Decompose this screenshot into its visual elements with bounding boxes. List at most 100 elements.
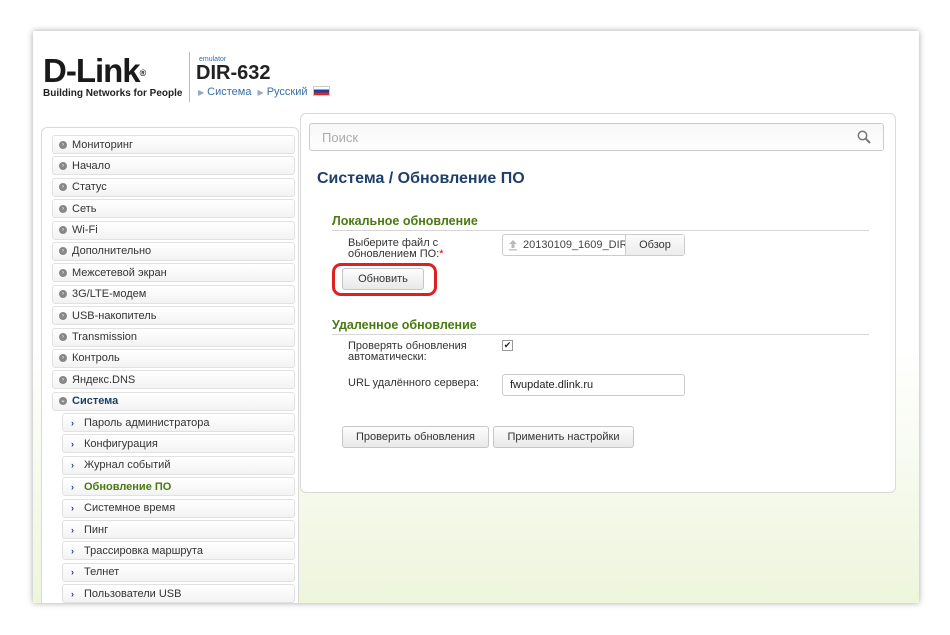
chevron-right-icon: › [71,417,74,428]
expand-icon: › [59,290,67,299]
sidebar-item-system[interactable]: ⌄ Система [52,391,295,411]
dlink-logo[interactable]: D-Link® Building Networks for People [43,54,183,99]
chevron-right-icon: › [71,503,74,514]
browse-button[interactable]: Обзор [625,235,684,255]
sidebar-subitem-usb-users[interactable]: › Пользователи USB [62,584,295,603]
sidebar-item-label: Контроль [72,352,120,365]
sidebar-item-start[interactable]: › Начало [52,156,295,176]
section-divider [332,230,869,231]
sidebar-item-label: Статус [72,181,107,194]
sidebar-item-label: Мониторинг [72,138,134,151]
expand-icon: › [59,268,67,277]
search-input[interactable] [310,124,842,150]
page-title: Система / Обновление ПО [317,170,525,187]
auto-check-label-line2: автоматически: [348,351,427,363]
sidebar-subitem-telnet[interactable]: › Телнет [62,562,295,582]
firmware-file-input[interactable]: 20130109_1609_DIR Обзор [502,234,685,256]
chevron-right-icon: › [71,438,74,449]
expand-icon: › [59,333,67,342]
sidebar-item-status[interactable]: › Статус [52,177,295,197]
file-label-line2: обновлением ПО: [348,248,440,260]
collapse-icon: ⌄ [59,397,67,406]
upload-icon [509,240,517,251]
sidebar-item-label: Конфигурация [84,437,158,450]
header-divider [189,52,190,102]
app-window: D-Link® Building Networks for People emu… [33,31,919,603]
expand-icon: › [59,140,67,149]
sidebar-item-label: Межсетевой экран [72,266,167,279]
sidebar-item-label: Пароль администратора [84,416,210,429]
russia-flag-icon[interactable] [312,86,330,96]
sidebar-item-advanced[interactable]: › Дополнительно [52,241,295,261]
expand-icon: › [59,354,67,363]
chevron-right-icon: › [71,567,74,578]
breadcrumb: ▶ Система ▶ Русский [198,86,330,98]
sidebar-subitem-traceroute[interactable]: › Трассировка маршрута [62,541,295,561]
search-box [309,123,884,151]
expand-icon: › [59,226,67,235]
url-label: URL удалённого сервера: [348,377,479,389]
auto-check-checkbox[interactable]: ✔ [502,340,513,351]
sidebar-item-label: Обновление ПО [84,480,172,493]
language-selector[interactable]: Русский [267,86,308,98]
sidebar-item-label: Системное время [84,502,176,515]
logo-tagline: Building Networks for People [43,88,183,99]
section-divider [332,334,869,335]
sidebar-item-usb-storage[interactable]: › USB-накопитель [52,306,295,326]
chevron-right-icon: › [71,460,74,471]
sidebar-menu: › Мониторинг › Начало › Статус › Сеть › Wi-Fi… [52,135,295,603]
sidebar-item-label: Сеть [72,202,97,215]
sidebar-item-wifi[interactable]: › Wi-Fi [52,220,295,240]
chevron-right-icon: › [71,545,74,556]
sidebar-item-firewall[interactable]: › Межсетевой экран [52,263,295,283]
sidebar-item-label: Телнет [84,566,120,579]
search-icon[interactable] [857,130,871,144]
sidebar-item-label: 3G/LTE-модем [72,288,147,301]
local-update-heading: Локальное обновление [332,214,478,228]
sidebar-item-label: Wi-Fi [72,224,98,237]
sidebar-item-transmission[interactable]: › Transmission [52,327,295,347]
file-name: 20130109_1609_DIR [523,239,628,251]
remote-server-url-field[interactable] [502,374,685,396]
chevron-right-icon: › [71,588,74,599]
sidebar-item-yandex-dns[interactable]: › Яндекс.DNS [52,370,295,390]
expand-icon: › [59,247,67,256]
sidebar-subitem-configuration[interactable]: › Конфигурация [62,434,295,454]
remote-update-heading: Удаленное обновление [332,318,477,332]
sidebar-item-network[interactable]: › Сеть [52,199,295,219]
sidebar-subitem-event-log[interactable]: › Журнал событий [62,455,295,475]
sidebar-item-label: Яндекс.DNS [72,373,136,386]
chevron-right-icon: ▶ [198,88,205,97]
breadcrumb-section[interactable]: Система [207,86,251,98]
sidebar-subitem-firmware-update[interactable]: › Обновление ПО [62,477,295,497]
sidebar-item-label: USB-накопитель [72,309,157,322]
sidebar-subitem-ping[interactable]: › Пинг [62,520,295,540]
sidebar-item-monitoring[interactable]: › Мониторинг [52,135,295,154]
sidebar-item-control[interactable]: › Контроль [52,348,295,368]
sidebar-subitem-system-time[interactable]: › Системное время [62,498,295,518]
apply-settings-button[interactable]: Применить настройки [493,426,634,448]
chevron-right-icon: ▶ [257,88,264,97]
sidebar-item-label: Система [72,395,119,408]
chevron-right-icon: › [71,524,74,535]
sidebar-subitem-admin-password[interactable]: › Пароль администратора [62,413,295,433]
sidebar-item-label: Трассировка маршрута [84,544,203,557]
sidebar-item-modem[interactable]: › 3G/LTE-модем [52,284,295,304]
checkmark-icon: ✔ [503,340,512,350]
sidebar-item-label: Пользователи USB [84,587,182,600]
sidebar-item-label: Журнал событий [84,459,171,472]
check-updates-button[interactable]: Проверить обновления [342,426,489,448]
file-label: Выберите файл с обновлением ПО:* [348,238,444,260]
expand-icon: › [59,183,67,192]
main-panel: Система / Обновление ПО Локальное обновл… [300,113,896,493]
sidebar-item-label: Пинг [84,523,109,536]
auto-check-label: Проверять обновления автоматически: [348,341,467,363]
sidebar-item-label: Transmission [72,331,137,344]
sidebar: › Мониторинг › Начало › Статус › Сеть › Wi-Fi… [41,127,299,603]
highlight-marker [332,263,437,296]
expand-icon: › [59,161,67,170]
required-mark: * [439,248,444,260]
expand-icon: › [59,375,67,384]
sidebar-item-label: Дополнительно [72,245,152,258]
device-model: DIR-632 [196,62,271,84]
